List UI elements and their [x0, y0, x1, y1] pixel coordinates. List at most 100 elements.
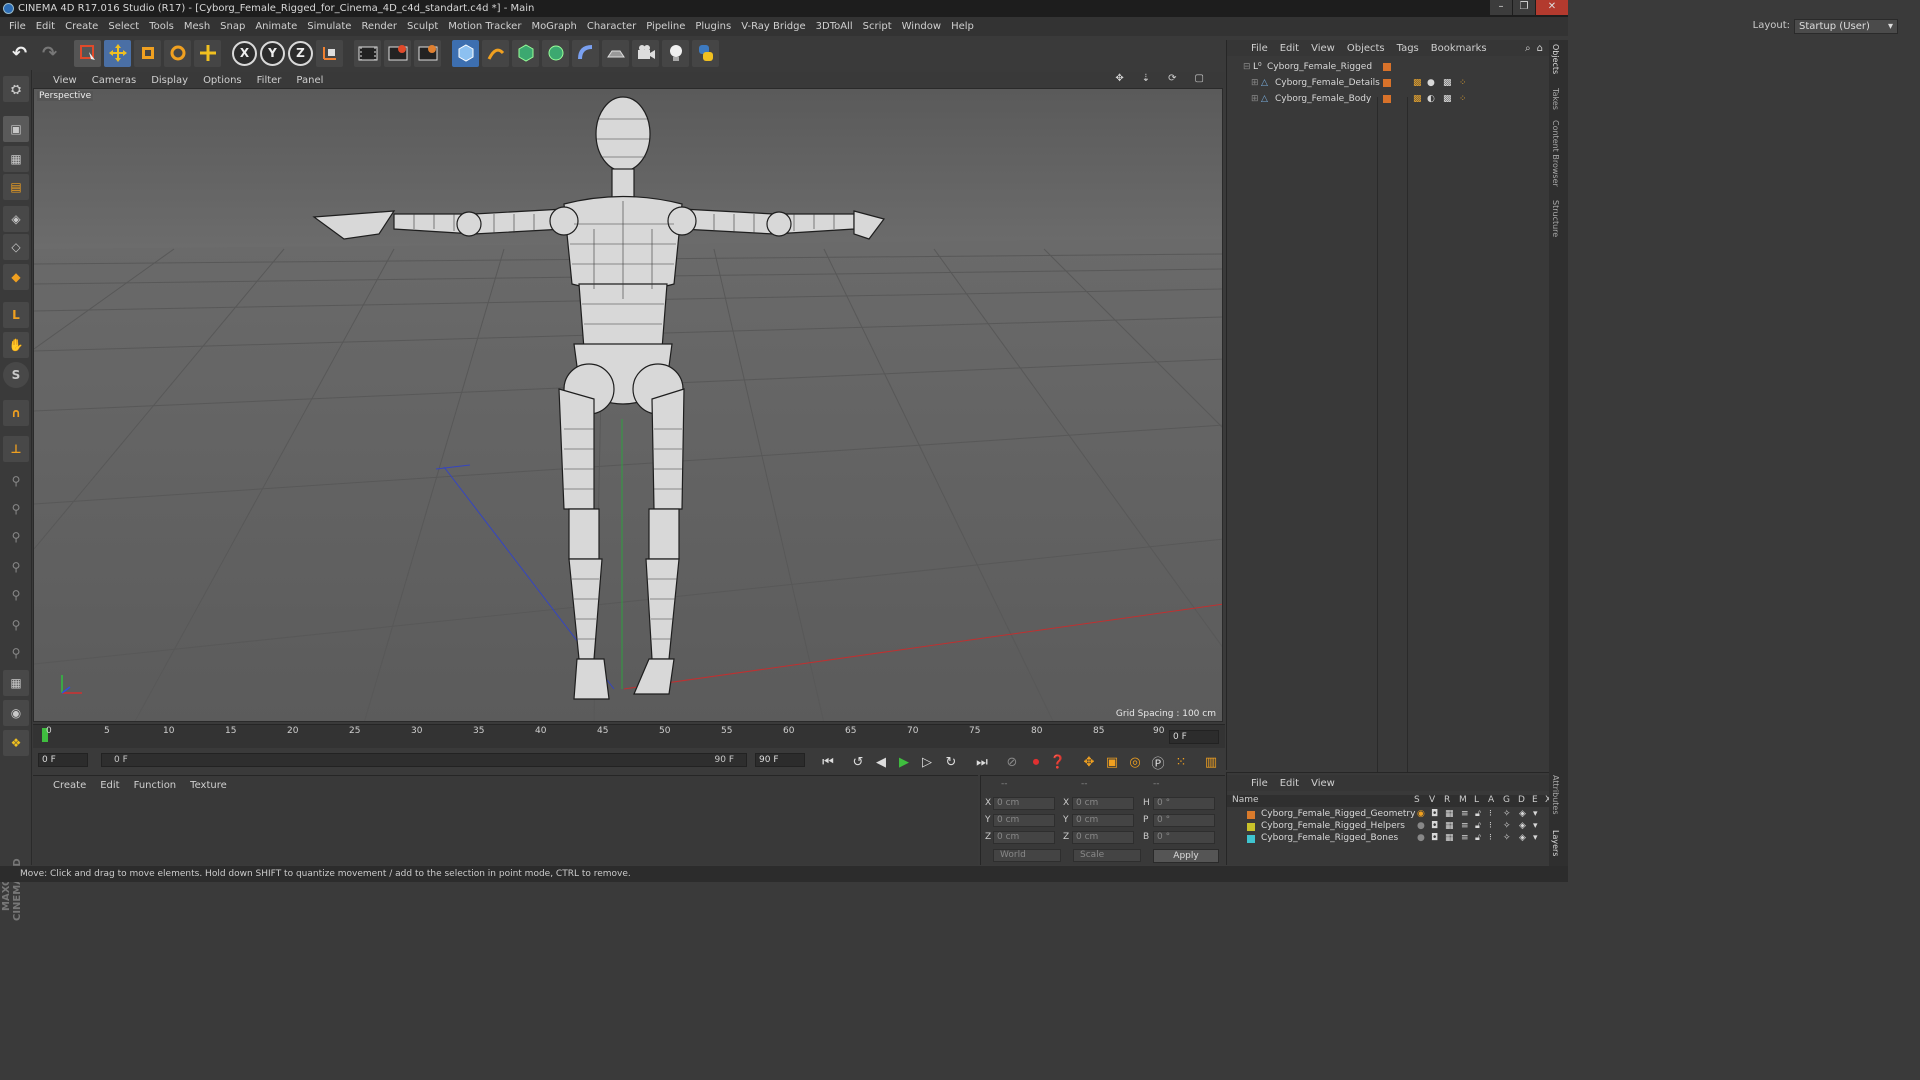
next-keyframe-icon[interactable]: ↻: [941, 752, 961, 772]
max-frame-field[interactable]: 90 F: [755, 753, 805, 767]
workplane-axis-icon[interactable]: ⊥: [3, 436, 29, 462]
sculpt-smooth-icon[interactable]: ⚲: [3, 524, 29, 550]
objects-menu-tags[interactable]: Tags: [1397, 43, 1419, 54]
render-toggle-icon[interactable]: ▦: [1445, 833, 1454, 843]
go-to-start-icon[interactable]: ⏮: [818, 752, 838, 772]
3d-viewport[interactable]: Perspective Grid Spacing : 100 cm: [33, 88, 1223, 722]
render-toggle-icon[interactable]: ▦: [1445, 821, 1454, 831]
current-frame-field[interactable]: 0 F: [38, 753, 88, 767]
expand-toggle-icon[interactable]: ⊞: [1251, 91, 1259, 107]
manager-toggle-icon[interactable]: ≡: [1461, 809, 1469, 819]
material-tag-icon[interactable]: ◐: [1427, 91, 1435, 107]
solo-toggle-icon[interactable]: ◉: [1417, 809, 1425, 819]
make-editable-icon[interactable]: ⛭: [3, 76, 29, 102]
previous-keyframe-icon[interactable]: ↺: [848, 752, 868, 772]
viewport-menu-display[interactable]: Display: [151, 75, 188, 86]
generator-toggle-icon[interactable]: ✧: [1503, 809, 1511, 819]
viewport-menu-cameras[interactable]: Cameras: [92, 75, 136, 86]
menu-render[interactable]: Render: [356, 21, 402, 32]
menu-3dtoall[interactable]: 3DToAll: [811, 21, 858, 32]
layer-col-expressions[interactable]: E: [1532, 795, 1538, 805]
layers-menu-edit[interactable]: Edit: [1280, 778, 1299, 789]
record-keys-icon[interactable]: ⊘: [1002, 752, 1022, 772]
tweak-mode-icon[interactable]: ✋: [3, 332, 29, 358]
previous-frame-icon[interactable]: ◀: [871, 752, 891, 772]
render-picture-viewer-icon[interactable]: [384, 39, 411, 67]
visibility-toggle-icon[interactable]: ◘: [1431, 833, 1438, 843]
weight-tag-icon[interactable]: ⁘: [1459, 91, 1467, 107]
sculpt-grab-icon[interactable]: ⚲: [3, 612, 29, 638]
material-menu-texture[interactable]: Texture: [190, 780, 227, 791]
python-icon[interactable]: [692, 39, 719, 67]
brush-settings-icon[interactable]: ◉: [3, 700, 29, 726]
coordinate-mode-dropdown[interactable]: World: [993, 849, 1061, 862]
frame-range-slider[interactable]: 0 F 90 F: [101, 753, 747, 767]
animation-toggle-icon[interactable]: ⁝: [1489, 833, 1492, 843]
layer-color-swatch[interactable]: [1247, 835, 1255, 843]
viewport-menu-panel[interactable]: Panel: [296, 75, 323, 86]
object-row[interactable]: ⊞ △ Cyborg_Female_Body ▩ ◐ ▩ ⁘: [1227, 91, 1550, 107]
deformer-icon[interactable]: [572, 39, 599, 67]
menu-select[interactable]: Select: [103, 21, 144, 32]
render-toggle-icon[interactable]: ▦: [1445, 809, 1454, 819]
tab-takes[interactable]: Takes: [1551, 88, 1560, 110]
solo-toggle-icon[interactable]: ●: [1417, 821, 1425, 831]
lock-icon[interactable]: 🔓︎: [1475, 821, 1481, 831]
layer-col-manager[interactable]: M: [1459, 795, 1467, 805]
object-row[interactable]: ⊟ L⁰ Cyborg_Female_Rigged: [1227, 59, 1550, 75]
collapse-toggle-icon[interactable]: ⊟: [1243, 59, 1251, 75]
pan-view-icon[interactable]: ✥: [1115, 73, 1123, 84]
viewport-menu-filter[interactable]: Filter: [257, 75, 282, 86]
layer-color-swatch[interactable]: [1383, 79, 1391, 87]
size-mode-dropdown[interactable]: Scale: [1073, 849, 1141, 862]
viewport-camera-label[interactable]: Perspective: [37, 91, 94, 101]
layer-col-render[interactable]: R: [1444, 795, 1450, 805]
snap-icon[interactable]: S: [3, 362, 29, 388]
material-tag-icon[interactable]: ●: [1427, 75, 1435, 91]
animation-toggle-icon[interactable]: ⁝: [1489, 821, 1492, 831]
sculpt-flatten-icon[interactable]: ⚲: [3, 582, 29, 608]
menu-character[interactable]: Character: [582, 21, 641, 32]
layer-color-swatch[interactable]: [1247, 823, 1255, 831]
deformer-toggle-icon[interactable]: ◈: [1519, 833, 1526, 843]
floor-icon[interactable]: [602, 39, 629, 67]
menu-edit[interactable]: Edit: [31, 21, 60, 32]
tab-layers[interactable]: Layers: [1551, 830, 1560, 856]
objects-menu-bookmarks[interactable]: Bookmarks: [1431, 43, 1487, 54]
redo-icon[interactable]: ↷: [36, 40, 63, 67]
material-menu-function[interactable]: Function: [134, 780, 177, 791]
menu-mograph[interactable]: MoGraph: [526, 21, 581, 32]
manager-toggle-icon[interactable]: ≡: [1461, 833, 1469, 843]
layer-row[interactable]: Cyborg_Female_Rigged_Bones ● ◘ ▦ ≡ 🔓︎ ⁝ …: [1227, 833, 1550, 845]
tab-structure[interactable]: Structure: [1551, 200, 1560, 237]
expression-toggle-icon[interactable]: ▾: [1533, 833, 1538, 843]
menu-vray-bridge[interactable]: V-Ray Bridge: [736, 21, 810, 32]
live-selection-icon[interactable]: [74, 39, 101, 67]
generator-toggle-icon[interactable]: ✧: [1503, 833, 1511, 843]
layout-dropdown[interactable]: Startup (User) ▾: [1794, 19, 1898, 34]
size-z-field[interactable]: 0 cm: [1072, 831, 1134, 844]
timeline-ruler[interactable]: 0 5 10 15 20 25 30 35 40 45 50 55 60 65 …: [33, 724, 1225, 748]
objects-menu-objects[interactable]: Objects: [1347, 43, 1385, 54]
lock-icon[interactable]: 🔓︎: [1475, 833, 1481, 843]
edges-mode-icon[interactable]: ◇: [3, 234, 29, 260]
move-tool-icon[interactable]: [104, 39, 131, 67]
key-parameter-icon[interactable]: Ⓟ: [1148, 752, 1168, 772]
manager-toggle-icon[interactable]: ≡: [1461, 821, 1469, 831]
position-x-field[interactable]: 0 cm: [993, 797, 1055, 810]
layer-color-swatch[interactable]: [1247, 811, 1255, 819]
camera-icon[interactable]: [632, 39, 659, 67]
polygons-mode-icon[interactable]: ◆: [3, 264, 29, 290]
close-icon[interactable]: ✕: [1536, 0, 1568, 15]
layers-menu-file[interactable]: File: [1251, 778, 1268, 789]
cube-primitive-icon[interactable]: [452, 39, 479, 67]
rotate-tool-icon[interactable]: [164, 39, 191, 67]
animation-toggle-icon[interactable]: ⁝: [1489, 809, 1492, 819]
lock-icon[interactable]: 🔓︎: [1475, 809, 1481, 819]
layer-col-animation[interactable]: A: [1488, 795, 1494, 805]
layer-col-solo[interactable]: S: [1414, 795, 1420, 805]
viewport-menu-options[interactable]: Options: [203, 75, 242, 86]
y-axis-lock-icon[interactable]: Y: [260, 40, 285, 66]
objects-menu-view[interactable]: View: [1311, 43, 1335, 54]
layer-color-swatch[interactable]: [1383, 95, 1391, 103]
